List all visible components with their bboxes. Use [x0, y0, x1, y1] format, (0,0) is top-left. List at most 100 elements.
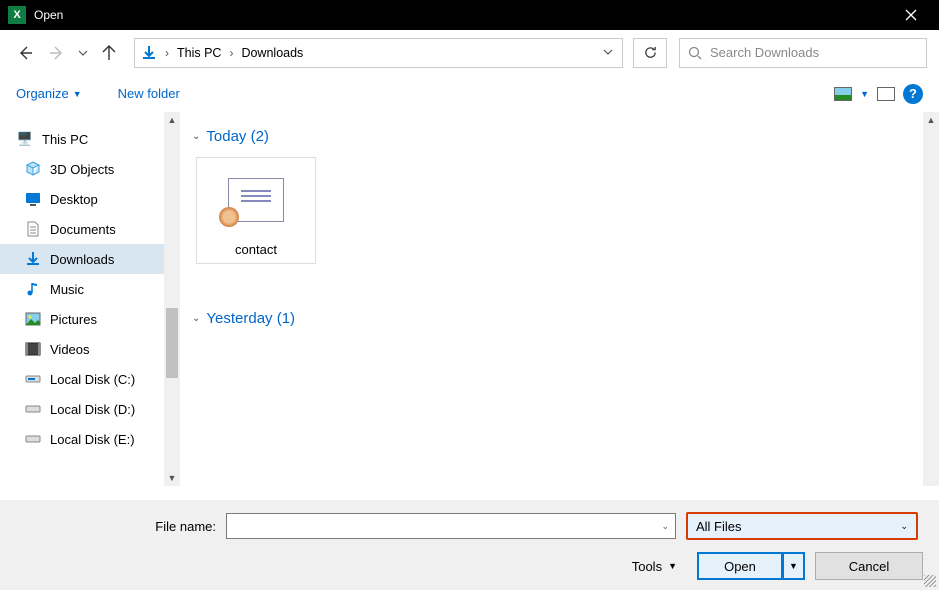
pc-icon: 🖥️	[16, 131, 34, 147]
view-mode-button[interactable]	[834, 87, 852, 101]
navigation-tree: 🖥️ This PC 3D Objects Desktop Documents …	[0, 112, 180, 486]
tree-music[interactable]: Music	[0, 274, 180, 304]
tree-label: Local Disk (C:)	[50, 372, 135, 387]
toolbar: Organize ▼ New folder ▼ ?	[0, 76, 939, 112]
tree-label: This PC	[42, 132, 88, 147]
search-input[interactable]: Search Downloads	[679, 38, 927, 68]
filter-label: All Files	[696, 519, 742, 534]
chevron-down-icon	[78, 50, 88, 56]
tree-local-disk-c[interactable]: Local Disk (C:)	[0, 364, 180, 394]
arrow-left-icon	[17, 45, 33, 61]
chevron-down-icon: ⌄	[192, 313, 200, 324]
refresh-icon	[643, 45, 658, 60]
open-button[interactable]: Open	[697, 552, 783, 580]
resize-grip[interactable]	[924, 575, 936, 587]
search-placeholder: Search Downloads	[710, 45, 819, 60]
pictures-icon	[24, 311, 42, 327]
chevron-down-icon	[603, 49, 613, 55]
cube-icon	[24, 161, 42, 177]
tree-local-disk-e[interactable]: Local Disk (E:)	[0, 424, 180, 454]
organize-label: Organize	[16, 86, 69, 101]
chevron-down-icon: ⌄	[661, 521, 669, 532]
breadcrumb-downloads[interactable]: Downloads	[239, 46, 305, 60]
desktop-icon	[24, 191, 42, 207]
file-name-label: contact	[235, 242, 277, 263]
tree-label: 3D Objects	[50, 162, 114, 177]
forward-button[interactable]	[44, 40, 70, 66]
breadcrumb-this-pc[interactable]: This PC	[175, 46, 223, 60]
tree-label: Videos	[50, 342, 90, 357]
content-scrollbar[interactable]: ▲	[923, 112, 939, 486]
file-item-contact[interactable]: contact	[196, 157, 316, 264]
help-button[interactable]: ?	[903, 84, 923, 104]
breadcrumb-separator: ›	[227, 46, 235, 60]
recent-locations-button[interactable]	[76, 40, 90, 66]
cancel-label: Cancel	[849, 559, 889, 574]
bottom-panel: File name: ⌄ All Files ⌄ Tools ▼ Open ▼ …	[0, 500, 939, 590]
disk-icon	[24, 401, 42, 417]
organize-menu[interactable]: Organize ▼	[16, 86, 82, 101]
tree-this-pc[interactable]: 🖥️ This PC	[0, 124, 180, 154]
tools-label: Tools	[632, 559, 662, 574]
scroll-up-icon: ▲	[923, 112, 939, 128]
arrow-up-icon	[101, 45, 117, 61]
disk-icon	[24, 431, 42, 447]
tools-menu[interactable]: Tools ▼	[632, 559, 677, 574]
downloads-folder-icon	[139, 43, 159, 63]
main-panel: 🖥️ This PC 3D Objects Desktop Documents …	[0, 112, 939, 486]
tree-label: Music	[50, 282, 84, 297]
file-name-input[interactable]: ⌄	[226, 513, 676, 539]
tree-label: Desktop	[50, 192, 98, 207]
caret-down-icon: ▼	[860, 89, 869, 99]
excel-app-icon: X	[8, 6, 26, 24]
tree-local-disk-d[interactable]: Local Disk (D:)	[0, 394, 180, 424]
scroll-up-icon: ▲	[164, 112, 180, 128]
close-icon	[905, 9, 917, 21]
tree-label: Downloads	[50, 252, 114, 267]
group-yesterday[interactable]: ⌄ Yesterday (1)	[188, 302, 939, 335]
address-bar[interactable]: › This PC › Downloads	[134, 38, 623, 68]
scroll-down-icon: ▼	[164, 470, 180, 486]
address-dropdown[interactable]	[598, 47, 618, 58]
arrow-right-icon	[49, 45, 65, 61]
breadcrumb-separator: ›	[163, 46, 171, 60]
cancel-button[interactable]: Cancel	[815, 552, 923, 580]
up-button[interactable]	[96, 40, 122, 66]
downloads-icon	[24, 251, 42, 267]
group-label: Yesterday (1)	[206, 310, 295, 327]
scroll-thumb[interactable]	[166, 308, 178, 378]
tree-label: Local Disk (D:)	[50, 402, 135, 417]
chevron-down-icon: ⌄	[192, 131, 200, 142]
new-folder-button[interactable]: New folder	[118, 86, 180, 101]
refresh-button[interactable]	[633, 38, 667, 68]
videos-icon	[24, 341, 42, 357]
back-button[interactable]	[12, 40, 38, 66]
window-title: Open	[34, 8, 63, 22]
navigation-bar: › This PC › Downloads Search Downloads	[0, 30, 939, 76]
group-today[interactable]: ⌄ Today (2)	[188, 120, 939, 153]
title-bar: X Open	[0, 0, 939, 30]
tree-pictures[interactable]: Pictures	[0, 304, 180, 334]
tree-label: Pictures	[50, 312, 97, 327]
search-icon	[688, 46, 702, 60]
file-list: ⌄ Today (2) contact ⌄ Yesterday (1) ▲	[180, 112, 939, 486]
tree-label: Documents	[50, 222, 116, 237]
tree-desktop[interactable]: Desktop	[0, 184, 180, 214]
caret-down-icon: ▼	[73, 89, 82, 99]
chevron-down-icon: ⌄	[900, 521, 908, 532]
music-icon	[24, 281, 42, 297]
disk-icon	[24, 371, 42, 387]
file-name-label: File name:	[16, 519, 216, 534]
group-label: Today (2)	[206, 128, 269, 145]
sidebar-scrollbar[interactable]: ▲ ▼	[164, 112, 180, 486]
preview-pane-button[interactable]	[877, 87, 895, 101]
open-split-button[interactable]: ▼	[783, 552, 805, 580]
tree-videos[interactable]: Videos	[0, 334, 180, 364]
tree-3d-objects[interactable]: 3D Objects	[0, 154, 180, 184]
open-label: Open	[724, 559, 756, 574]
close-button[interactable]	[891, 0, 931, 30]
tree-downloads[interactable]: Downloads	[0, 244, 180, 274]
contact-file-icon	[228, 178, 284, 222]
file-type-filter[interactable]: All Files ⌄	[686, 512, 918, 540]
tree-documents[interactable]: Documents	[0, 214, 180, 244]
